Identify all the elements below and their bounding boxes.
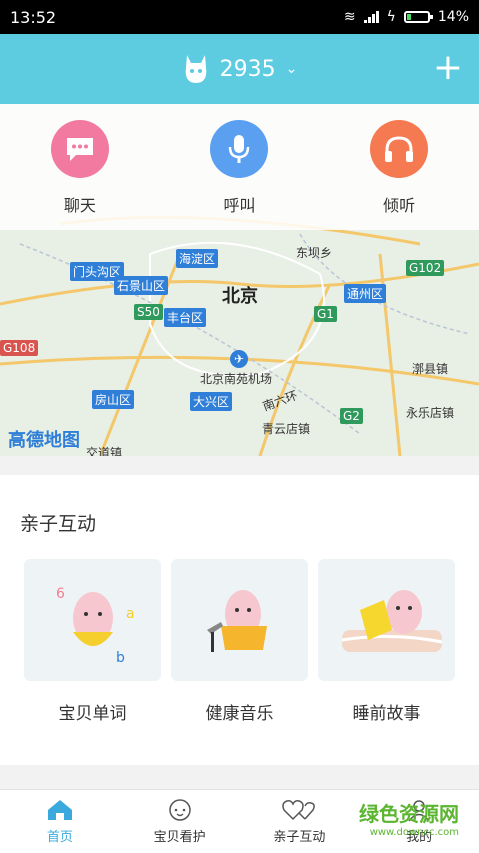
call-action[interactable]: 呼叫 [184, 120, 294, 216]
status-icons: ≋ ϟ 14% [344, 9, 469, 25]
svg-text:b: b [116, 650, 125, 666]
signal-icon [363, 11, 379, 23]
baby-face-icon [168, 799, 191, 821]
listen-label: 倾听 [383, 196, 416, 215]
home-icon [47, 800, 72, 820]
parent-child-section: 亲子互动 6 a b 宝贝单词 健康音乐 睡前故事 [0, 475, 479, 765]
wifi-icon: ≋ [343, 9, 356, 25]
listen-action[interactable]: 倾听 [344, 120, 454, 216]
music-card-label: 健康音乐 [205, 704, 274, 724]
add-button[interactable]: + [433, 50, 463, 86]
words-card[interactable]: 6 a b [24, 559, 161, 681]
quick-actions: 聊天 呼叫 倾听 [0, 104, 479, 230]
map-place: 青云店镇 [262, 422, 311, 436]
nav-interaction-label: 亲子互动 [273, 830, 326, 845]
chevron-down-icon: ⌄ [285, 61, 298, 77]
map-road-label: G2 [340, 408, 363, 424]
microphone-icon [210, 120, 269, 178]
chat-action[interactable]: 聊天 [25, 120, 135, 216]
map-road-label: G108 [0, 340, 39, 356]
device-id: 2935 [219, 56, 276, 82]
map-place: 东坝乡 [296, 246, 333, 260]
watermark: 绿色资源网 www.downcc.com [359, 798, 459, 838]
nav-baby-care[interactable]: 宝贝看护 [130, 798, 230, 845]
music-illustration [206, 590, 267, 652]
nav-interaction[interactable]: 亲子互动 [249, 798, 349, 845]
story-card[interactable] [318, 559, 455, 681]
chat-label: 聊天 [63, 196, 96, 215]
words-card-label: 宝贝单词 [58, 704, 127, 724]
device-selector[interactable]: 2935 ⌄ [182, 53, 298, 85]
status-time: 13:52 [10, 7, 57, 27]
airport-icon: ✈ [230, 350, 248, 368]
map-district: 丰台区 [164, 308, 207, 327]
svg-text:6: 6 [56, 586, 65, 602]
map-logo: 高德地图 [8, 430, 80, 451]
svg-text:a: a [126, 606, 135, 622]
headphones-icon [370, 120, 429, 178]
watermark-title: 绿色资源网 [359, 802, 459, 826]
map-place: 漷县镇 [412, 362, 449, 376]
nav-home[interactable]: 首页 [10, 798, 110, 845]
section-title: 亲子互动 [20, 513, 97, 535]
map-road-label: G102 [406, 260, 445, 276]
nav-home-label: 首页 [46, 830, 73, 845]
call-label: 呼叫 [223, 196, 256, 215]
map-place: 北京南苑机场 [200, 372, 273, 386]
words-illustration: 6 a b [56, 586, 135, 666]
map-district: 海淀区 [176, 249, 219, 268]
map-district: 大兴区 [190, 392, 233, 411]
battery-icon [403, 11, 433, 23]
music-card[interactable] [171, 559, 308, 681]
watermark-url: www.downcc.com [369, 827, 459, 838]
map-place: 交道镇 [86, 446, 123, 456]
hearts-icon [282, 800, 316, 821]
map-place: 永乐店镇 [406, 406, 455, 420]
map-road-label: S50 [134, 304, 163, 320]
story-card-label: 睡前故事 [352, 704, 421, 724]
mascot-icon [185, 55, 206, 83]
header: 2935 ⌄ + [0, 34, 479, 104]
chat-bubble-icon [50, 120, 109, 178]
charging-icon: ϟ [386, 9, 396, 25]
status-bar: 13:52 ≋ ϟ 14% [0, 0, 479, 34]
activity-card-labels: 宝贝单词 健康音乐 睡前故事 [24, 699, 455, 724]
map-district: 石景山区 [114, 276, 169, 295]
story-illustration [341, 590, 442, 652]
activity-cards: 6 a b [24, 559, 455, 681]
battery-percent: 14% [437, 9, 469, 25]
map-road-label: G1 [314, 306, 337, 322]
map-city: 北京 [222, 286, 258, 307]
map-district: 房山区 [92, 390, 135, 409]
map-district: 通州区 [344, 284, 387, 303]
nav-baby-care-label: 宝贝看护 [153, 830, 206, 845]
